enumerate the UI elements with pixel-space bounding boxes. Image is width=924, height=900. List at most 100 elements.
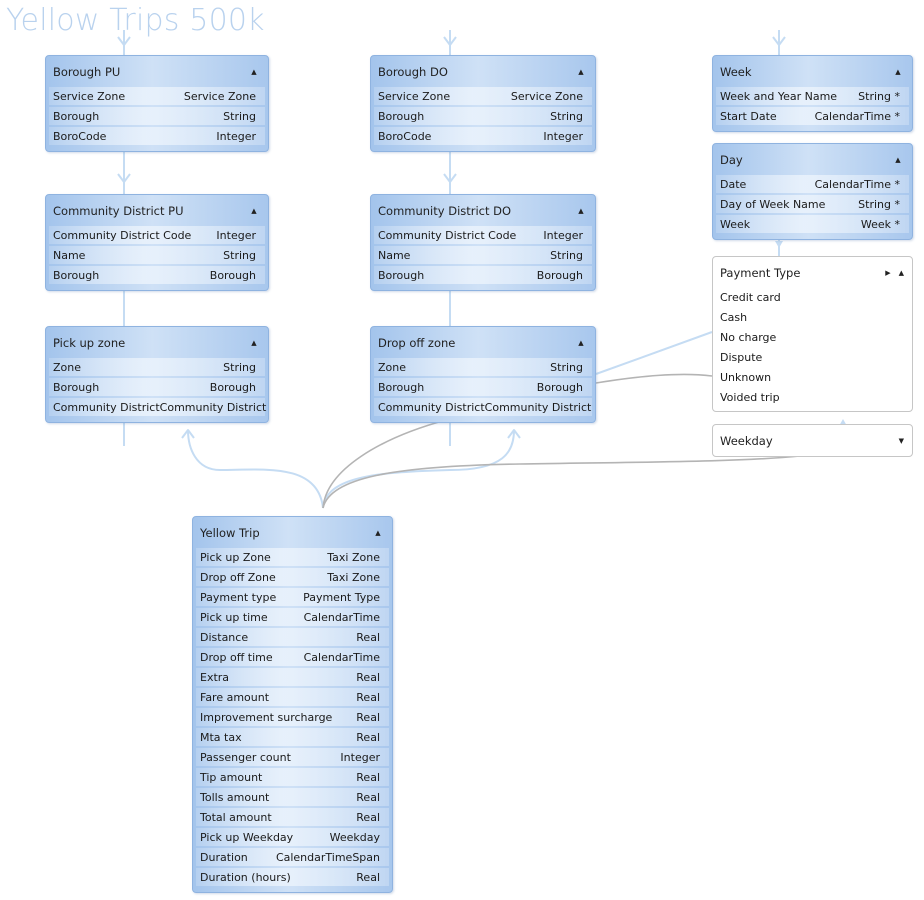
attribute-type: Integer [543,129,583,143]
enum-member[interactable]: Credit card [713,288,912,308]
attribute-type: Service Zone [510,89,583,103]
entity-header[interactable]: Drop off zone ▲ [371,327,595,358]
enum-weekday[interactable]: Weekday ▼ [712,424,913,457]
enum-member[interactable]: Cash [713,308,912,328]
entity-header[interactable]: Yellow Trip ▲ [193,517,392,548]
attribute-row[interactable]: Duration (hours) Real [196,868,389,886]
entity-pick-up-zone[interactable]: Pick up zone ▲ Zone String Borough Borough… [45,326,269,423]
entity-week[interactable]: Week ▲ Week and Year Name String * Start … [712,55,913,132]
attribute-name: Passenger count [200,750,291,764]
attribute-row[interactable]: Fare amount Real [196,688,389,706]
attribute-row[interactable]: Pick up Weekday Weekday [196,828,389,846]
attribute-name: Drop off time [200,650,273,664]
entity-community-district-pu[interactable]: Community District PU ▲ Community Distri… [45,194,269,291]
entity-header[interactable]: Week ▲ [713,56,912,87]
attribute-name: Community District [53,400,160,414]
enum-member[interactable]: No charge [713,328,912,348]
attribute-row[interactable]: Drop off time CalendarTime [196,648,389,666]
panel-header[interactable]: Payment Type ▶ ▲ [713,257,912,288]
attribute-row[interactable]: Extra Real [196,668,389,686]
attribute-row[interactable]: Pick up time CalendarTime [196,608,389,626]
collapse-arrow-icon[interactable]: ▲ [892,156,904,164]
attribute-type: Community District [159,400,267,414]
attribute-row[interactable]: Borough Borough [49,378,265,396]
entity-header[interactable]: Borough PU ▲ [46,56,268,87]
navigate-right-icon[interactable]: ▶ [885,269,890,277]
attribute-row[interactable]: Name String [49,246,265,264]
attribute-row[interactable]: BoroCode Integer [374,127,592,145]
expand-arrow-icon[interactable]: ▼ [899,437,904,445]
entity-title: Borough DO [378,64,448,79]
attribute-row[interactable]: BoroCode Integer [49,127,265,145]
attribute-type: String [550,109,583,123]
enum-member[interactable]: Dispute [713,348,912,368]
attribute-row[interactable]: Service Zone Service Zone [374,87,592,105]
attribute-row[interactable]: Borough String [49,107,265,125]
attribute-row[interactable]: Passenger count Integer [196,748,389,766]
entity-header[interactable]: Pick up zone ▲ [46,327,268,358]
attribute-row[interactable]: Date CalendarTime * [716,175,909,193]
attribute-row[interactable]: Community District Code Integer [374,226,592,244]
collapse-arrow-icon[interactable]: ▲ [248,207,260,215]
attribute-row[interactable]: Tolls amount Real [196,788,389,806]
enum-payment-type[interactable]: Payment Type ▶ ▲ Credit card Cash No cha… [712,256,913,412]
attribute-row[interactable]: Tip amount Real [196,768,389,786]
attribute-type: Taxi Zone [327,570,380,584]
attribute-row[interactable]: Duration CalendarTimeSpan [196,848,389,866]
collapse-arrow-icon[interactable]: ▲ [575,339,587,347]
collapse-arrow-icon[interactable]: ▲ [248,339,260,347]
attribute-row[interactable]: Community District Community District [374,398,592,416]
attribute-row[interactable]: Borough Borough [374,378,592,396]
attribute-row[interactable]: Community District Code Integer [49,226,265,244]
attribute-row[interactable]: Total amount Real [196,808,389,826]
attribute-row[interactable]: Community District Community District [49,398,267,416]
attribute-row[interactable]: Distance Real [196,628,389,646]
collapse-arrow-icon[interactable]: ▲ [892,68,904,76]
attribute-name: Borough [378,109,425,123]
attribute-type: String [223,360,256,374]
entity-header[interactable]: Day ▲ [713,144,912,175]
attribute-row[interactable]: Borough Borough [374,266,592,284]
attribute-row[interactable]: Day of Week Name String * [716,195,909,213]
attribute-row[interactable]: Week Week * [716,215,909,233]
entity-borough-pu[interactable]: Borough PU ▲ Service Zone Service Zone Bo… [45,55,269,152]
attribute-row[interactable]: Borough Borough [49,266,265,284]
enum-member[interactable]: Voided trip [713,388,912,408]
attribute-row[interactable]: Week and Year Name String * [716,87,909,105]
link-curve [322,455,801,509]
entity-header[interactable]: Community District PU ▲ [46,195,268,226]
collapse-arrow-icon[interactable]: ▲ [248,68,260,76]
attribute-row[interactable]: Name String [374,246,592,264]
entity-community-district-do[interactable]: Community District DO ▲ Community Distri… [370,194,596,291]
attribute-row[interactable]: Zone String [374,358,592,376]
collapse-arrow-icon[interactable]: ▲ [575,207,587,215]
attribute-row[interactable]: Payment type Payment Type [196,588,389,606]
entity-yellow-trip[interactable]: Yellow Trip ▲ Pick up Zone Taxi Zone Drop… [192,516,393,893]
attribute-row[interactable]: Borough String [374,107,592,125]
collapse-arrow-icon[interactable]: ▲ [575,68,587,76]
collapse-arrow-icon[interactable]: ▲ [899,269,904,277]
attribute-name: Duration [200,850,248,864]
attribute-type: Real [356,710,380,724]
entity-borough-do[interactable]: Borough DO ▲ Service Zone Service Zone Bo… [370,55,596,152]
attribute-row[interactable]: Pick up Zone Taxi Zone [196,548,389,566]
attribute-row[interactable]: Drop off Zone Taxi Zone [196,568,389,586]
attribute-name: Distance [200,630,249,644]
attribute-row[interactable]: Mta tax Real [196,728,389,746]
attribute-name: Start Date [720,109,777,123]
attribute-name: Borough [53,380,100,394]
entity-header[interactable]: Borough DO ▲ [371,56,595,87]
collapse-arrow-icon[interactable]: ▲ [372,529,384,537]
attribute-type: Integer [216,129,256,143]
panel-header[interactable]: Weekday ▼ [713,425,912,456]
attribute-row[interactable]: Improvement surcharge Real [196,708,389,726]
attribute-row[interactable]: Service Zone Service Zone [49,87,265,105]
attribute-row[interactable]: Zone String [49,358,265,376]
enum-member[interactable]: Unknown [713,368,912,388]
attribute-row[interactable]: Start Date CalendarTime * [716,107,909,125]
entity-drop-off-zone[interactable]: Drop off zone ▲ Zone String Borough Boroug… [370,326,596,423]
entity-day[interactable]: Day ▲ Date CalendarTime * Day of Week Nam… [712,143,913,240]
attribute-name: Name [378,248,411,262]
entity-header[interactable]: Community District DO ▲ [371,195,595,226]
attribute-type: Service Zone [183,89,256,103]
